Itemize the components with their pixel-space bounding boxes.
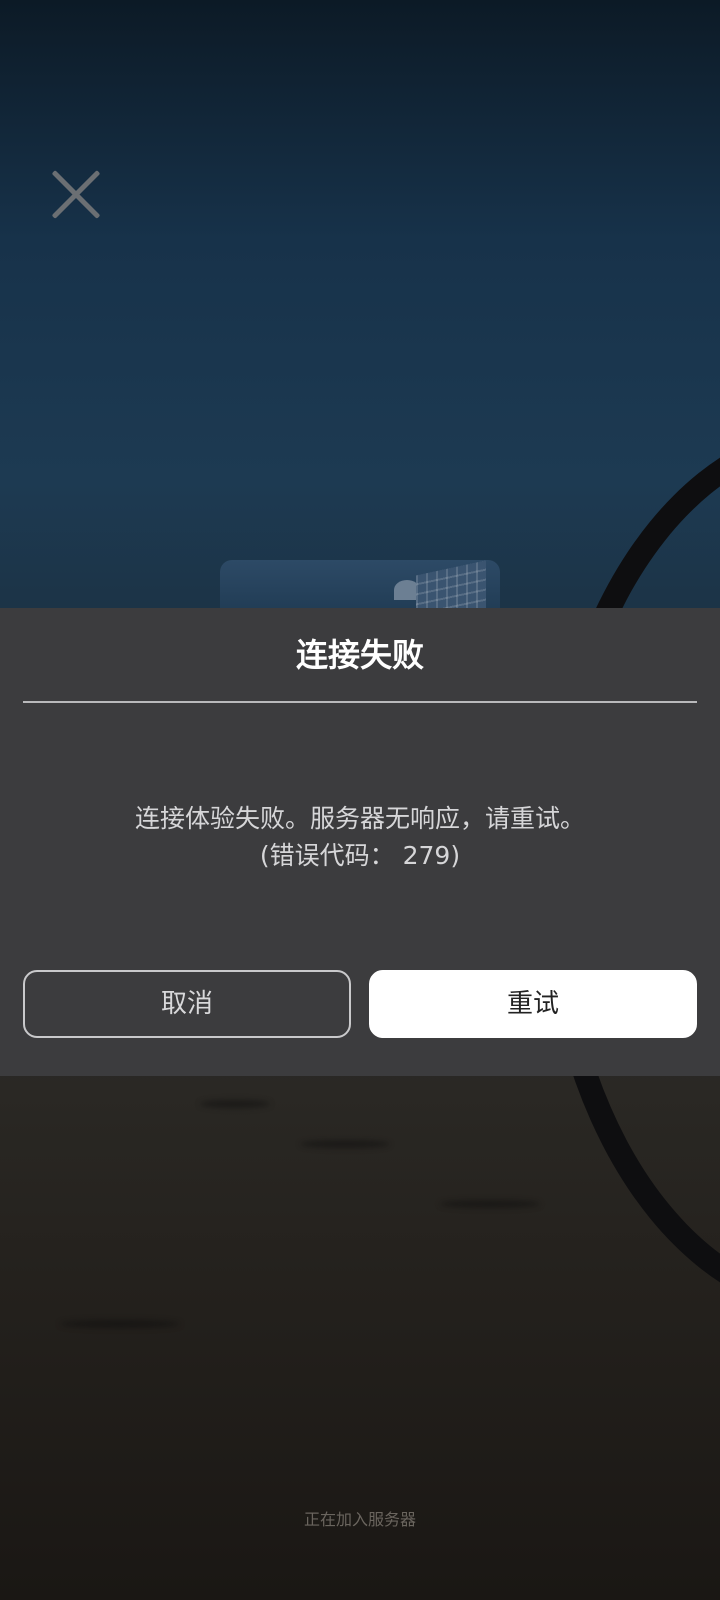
- background-streak: [200, 1100, 270, 1108]
- game-loading-screen: 连接失败 连接体验失败。服务器无响应，请重试。 (错误代码： 279) 取消 重…: [0, 0, 720, 1600]
- retry-button[interactable]: 重试: [369, 970, 697, 1038]
- dialog-title: 连接失败: [295, 636, 424, 674]
- close-icon[interactable]: [40, 160, 110, 230]
- background-streak: [300, 1140, 390, 1148]
- connection-failed-dialog: 连接失败 连接体验失败。服务器无响应，请重试。 (错误代码： 279) 取消 重…: [0, 608, 720, 1076]
- dialog-divider: [23, 701, 697, 703]
- loading-status-text: 正在加入服务器: [303, 1510, 416, 1529]
- cancel-button[interactable]: 取消: [23, 970, 351, 1038]
- dialog-message: 连接体验失败。服务器无响应，请重试。 (错误代码： 279): [40, 800, 680, 874]
- background-streak: [60, 1320, 180, 1328]
- dialog-message-line: 连接体验失败。服务器无响应，请重试。: [134, 804, 585, 833]
- background-streak: [440, 1200, 540, 1208]
- error-code-line: (错误代码： 279): [259, 841, 461, 870]
